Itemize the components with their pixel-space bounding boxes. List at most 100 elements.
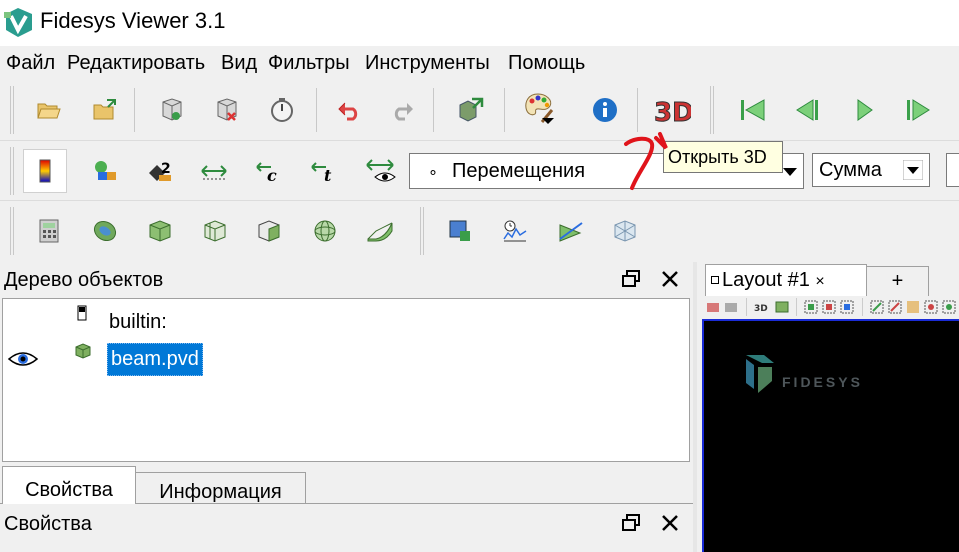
- color-legend-icon[interactable]: [23, 149, 67, 193]
- pipeline-tree[interactable]: builtin: beam.pvd: [2, 298, 690, 462]
- color-palette-icon[interactable]: [520, 89, 558, 127]
- server-icon: [77, 305, 87, 321]
- close-icon[interactable]: [659, 512, 681, 534]
- tab-properties[interactable]: Свойства: [2, 466, 136, 504]
- svg-text:t: t: [324, 166, 332, 183]
- svg-text:c: c: [267, 166, 277, 183]
- tooltip-text: Открыть 3D: [668, 147, 767, 167]
- menu-edit[interactable]: Редактировать: [67, 52, 205, 75]
- next-frame-icon[interactable]: [899, 91, 937, 129]
- menu-help[interactable]: Помощь: [508, 52, 585, 75]
- toolbar-grip[interactable]: [10, 86, 14, 134]
- render-view[interactable]: FIDESYS: [702, 319, 959, 552]
- menu-file[interactable]: Файл: [6, 52, 55, 75]
- custom-range-icon[interactable]: 2: [141, 152, 179, 190]
- toolbar-grip[interactable]: [710, 86, 714, 134]
- select-points-icon[interactable]: [822, 300, 836, 314]
- camera-undo-icon[interactable]: [706, 300, 720, 314]
- component-selector-combo[interactable]: Сумма: [812, 153, 930, 187]
- tab-layout-1[interactable]: Layout #1 ×: [705, 264, 867, 296]
- svg-text:3D: 3D: [654, 98, 691, 125]
- menu-tools[interactable]: Инструменты: [365, 52, 490, 75]
- menu-filters[interactable]: Фильтры: [268, 52, 350, 75]
- camera-redo-icon[interactable]: [724, 300, 738, 314]
- capture-icon[interactable]: [775, 300, 789, 314]
- hover-cells-icon[interactable]: [942, 300, 956, 314]
- contour-icon[interactable]: [86, 212, 124, 250]
- toolbar-separator: [862, 298, 863, 316]
- select-cells-icon[interactable]: [441, 212, 479, 250]
- select-block-icon[interactable]: [870, 300, 884, 314]
- scalar-range-icon[interactable]: [86, 152, 124, 190]
- toolbar-separator: [504, 88, 505, 132]
- layout-tab-icon: [711, 276, 719, 284]
- close-icon[interactable]: [659, 268, 681, 290]
- toolbar-grip[interactable]: [420, 207, 424, 255]
- interactive-select-icon[interactable]: [906, 300, 920, 314]
- toolbar-separator: [134, 88, 135, 132]
- plot-over-time-icon[interactable]: [496, 212, 534, 250]
- select-frustum-icon[interactable]: [840, 300, 854, 314]
- first-frame-icon[interactable]: [733, 91, 771, 129]
- fidesys-watermark-text: FIDESYS: [782, 374, 863, 390]
- chevron-down-icon: [783, 168, 797, 176]
- undock-icon[interactable]: [620, 512, 642, 534]
- timer-icon[interactable]: [263, 91, 301, 129]
- save-state-icon[interactable]: [153, 91, 191, 129]
- undo-icon[interactable]: [330, 91, 368, 129]
- select-polygon-icon[interactable]: [888, 300, 902, 314]
- close-icon[interactable]: ×: [815, 273, 824, 290]
- hover-points-icon[interactable]: [924, 300, 938, 314]
- cell-centers-icon[interactable]: [606, 212, 644, 250]
- redo-icon[interactable]: [384, 91, 422, 129]
- slice-icon[interactable]: [196, 212, 234, 250]
- warp-icon[interactable]: [361, 212, 399, 250]
- play-icon[interactable]: [845, 91, 883, 129]
- delete-state-icon[interactable]: [208, 91, 246, 129]
- dataset-icon: [75, 343, 91, 359]
- svg-text:3D: 3D: [754, 304, 768, 314]
- menu-view[interactable]: Вид: [221, 52, 257, 75]
- toolbar-grip[interactable]: [10, 147, 14, 195]
- rescale-custom-icon[interactable]: c: [250, 152, 288, 190]
- title-bar: Fidesys Viewer 3.1: [0, 0, 959, 46]
- threshold-icon[interactable]: [250, 212, 288, 250]
- eye-icon[interactable]: [7, 349, 39, 369]
- properties-panel-header: Свойства: [0, 506, 693, 542]
- layout-tabs: Layout #1 × +: [697, 262, 959, 296]
- tab-information[interactable]: Информация: [136, 472, 306, 504]
- menu-bar: Файл Редактировать Вид Фильтры Инструмен…: [0, 46, 959, 80]
- tree-item-builtin[interactable]: builtin:: [109, 311, 167, 334]
- rescale-range-icon[interactable]: [195, 152, 233, 190]
- tooltip-open-3d: Открыть 3D: [663, 141, 783, 173]
- chevron-down-icon: [903, 160, 923, 180]
- rescale-temporal-icon[interactable]: t: [305, 152, 343, 190]
- clip-icon[interactable]: [141, 212, 179, 250]
- select-surface-icon[interactable]: [804, 300, 818, 314]
- load-state-icon[interactable]: [86, 91, 124, 129]
- toggle-3d-icon[interactable]: 3D: [754, 300, 772, 314]
- tree-item-beam[interactable]: beam.pvd: [107, 343, 203, 376]
- extra-combo[interactable]: [946, 153, 959, 187]
- toolbar-separator: [637, 88, 638, 132]
- calculator-icon[interactable]: [30, 212, 68, 250]
- open-folder-icon[interactable]: [30, 91, 68, 129]
- export-icon[interactable]: [452, 91, 490, 129]
- layout-tab-label: Layout #1: [722, 269, 810, 291]
- toolbar-grip[interactable]: [10, 207, 14, 255]
- tab-properties-label: Свойства: [25, 479, 113, 501]
- panel-splitter[interactable]: [693, 262, 697, 552]
- view-toolbar: 3D: [700, 296, 959, 318]
- add-layout-label: +: [891, 270, 904, 292]
- plot-over-line-icon[interactable]: [552, 212, 590, 250]
- add-layout-tab[interactable]: +: [867, 266, 929, 296]
- toolbar-separator: [433, 88, 434, 132]
- glyph-icon[interactable]: [306, 212, 344, 250]
- rescale-visible-icon[interactable]: [362, 152, 400, 190]
- info-icon[interactable]: [586, 91, 624, 129]
- undock-icon[interactable]: [620, 268, 642, 290]
- fidesys-app-icon: [4, 8, 32, 37]
- svg-text:2: 2: [161, 161, 171, 177]
- open-3d-icon[interactable]: 3D: [651, 89, 693, 131]
- previous-frame-icon[interactable]: [789, 91, 827, 129]
